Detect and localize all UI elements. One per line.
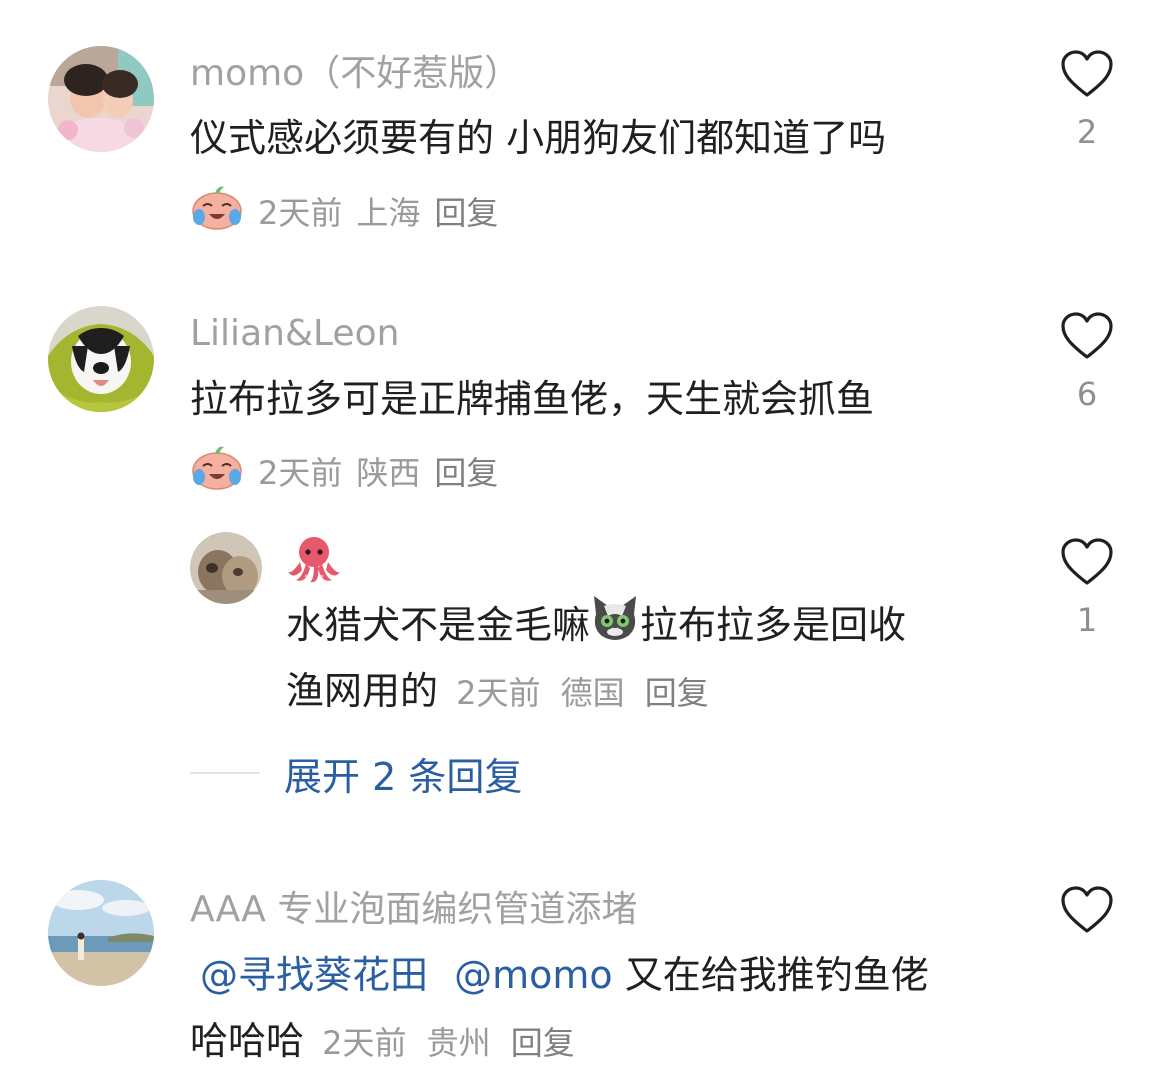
avatar[interactable] — [48, 46, 154, 152]
reply-button[interactable]: 回复 — [645, 674, 709, 712]
heart-icon — [1057, 886, 1117, 934]
reply-location: 德国 — [560, 674, 625, 712]
expand-replies-button[interactable]: 展开 2 条回复 — [190, 746, 522, 801]
comment-time: 2天前 — [322, 1024, 407, 1062]
comment-meta: 2天前 上海 回复 — [190, 184, 498, 241]
comment-text: 仪式感必须要有的 小朋狗友们都知道了吗 — [190, 116, 887, 160]
expand-replies-label[interactable]: 展开 2 条回复 — [284, 746, 522, 801]
reply-button[interactable]: 回复 — [434, 451, 498, 495]
like-count: 1 — [1076, 601, 1098, 639]
comment-text: 拉布拉多可是正牌捕鱼佬，天生就会抓鱼 — [190, 377, 875, 421]
comment-time: 2天前 — [258, 453, 343, 492]
comment-meta: 2天前 陕西 回复 — [190, 444, 498, 501]
crying-laughing-face-icon — [190, 184, 244, 241]
crying-laughing-face-icon — [190, 444, 244, 501]
comment-time: 2天前 — [258, 193, 343, 232]
heart-icon — [1057, 50, 1117, 98]
username[interactable]: AAA 专业泡面编织管道添堵 — [190, 888, 637, 932]
mention-link[interactable]: @寻找葵花田 — [200, 953, 428, 997]
comment-text-line2: 哈哈哈 2天前 贵州 回复 — [190, 1019, 575, 1063]
like-button[interactable]: 6 — [1057, 312, 1117, 414]
reply-time: 2天前 — [456, 674, 541, 712]
reply-button[interactable]: 回复 — [434, 191, 498, 235]
comment-text: @寻找葵花田 @momo 又在给我推钓鱼佬 — [200, 953, 929, 997]
avatar[interactable] — [48, 880, 154, 986]
like-button[interactable]: 1 — [1057, 538, 1117, 640]
like-button[interactable] — [1057, 886, 1117, 934]
heart-icon — [1057, 312, 1117, 360]
like-button[interactable]: 2 — [1057, 50, 1117, 152]
comment-location: 陕西 — [356, 453, 421, 492]
mention-link[interactable]: @momo — [454, 953, 613, 997]
avatar[interactable] — [190, 532, 262, 604]
username[interactable]: Lilian&Leon — [190, 312, 399, 356]
like-count: 6 — [1076, 375, 1098, 413]
like-count: 2 — [1076, 113, 1098, 151]
divider — [190, 772, 260, 774]
reply-button[interactable]: 回复 — [511, 1024, 575, 1062]
avatar[interactable] — [48, 306, 154, 412]
cat-face-icon — [590, 594, 640, 662]
comment-location: 上海 — [356, 193, 421, 232]
reply-text-line2: 渔网用的 2天前 德国 回复 — [286, 669, 709, 713]
heart-icon — [1057, 538, 1117, 586]
username[interactable] — [286, 534, 342, 595]
comment-location: 贵州 — [426, 1024, 491, 1062]
octopus-icon — [286, 537, 342, 593]
username[interactable]: momo（不好惹版） — [190, 52, 520, 96]
reply-text: 水猎犬不是金毛嘛 拉布拉多是回收 — [286, 592, 906, 662]
